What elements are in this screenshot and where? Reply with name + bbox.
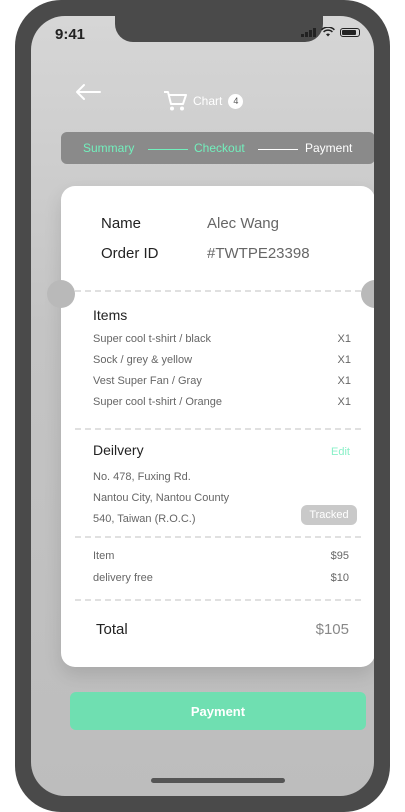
cart-count-badge: 4 <box>228 93 244 109</box>
item-quantity: X1 <box>337 375 351 387</box>
divider <box>75 599 361 601</box>
step-connector <box>258 149 298 150</box>
order-receipt-card: Name Alec Wang Order ID #TWTPE23398 Item… <box>47 186 374 667</box>
item-quantity: X1 <box>337 396 351 408</box>
name-value: Alec Wang <box>207 215 279 232</box>
address-line: 540, Taiwan (R.O.C.) <box>93 513 196 525</box>
items-title: Items <box>93 307 128 323</box>
address-line: Nantou City, Nantou County <box>93 492 230 504</box>
wifi-icon <box>321 27 335 37</box>
status-time: 9:41 <box>55 26 86 43</box>
device-notch <box>115 16 323 42</box>
ticket-notch <box>361 280 374 308</box>
step-connector <box>148 149 188 150</box>
list-item: Sock / grey & yellow <box>93 354 193 366</box>
divider <box>75 536 361 538</box>
shopping-cart-icon <box>164 91 187 111</box>
step-checkout[interactable]: Checkout <box>194 141 245 155</box>
step-payment[interactable]: Payment <box>305 141 352 155</box>
order-id-label: Order ID <box>101 245 159 262</box>
list-item: Vest Super Fan / Gray <box>93 375 202 387</box>
cellular-signal-icon <box>301 27 316 37</box>
delivery-title: Deilvery <box>93 442 144 458</box>
address-line: No. 478, Fuxing Rd. <box>93 471 191 483</box>
list-item: Super cool t-shirt / black <box>93 333 211 345</box>
summary-delivery-label: delivery free <box>93 572 153 584</box>
status-icons <box>301 27 360 37</box>
summary-item-label: Item <box>93 550 115 562</box>
back-arrow-icon[interactable] <box>75 82 101 102</box>
item-quantity: X1 <box>337 333 351 345</box>
edit-delivery-link[interactable]: Edit <box>331 446 350 458</box>
phone-frame: 9:41 Chart 4 Summary Checkout Payment Na… <box>15 0 390 812</box>
ticket-notch <box>47 280 75 308</box>
payment-button[interactable]: Payment <box>70 692 366 730</box>
divider <box>75 290 361 292</box>
total-value: $105 <box>315 621 349 638</box>
divider <box>75 428 361 430</box>
cart-button[interactable]: Chart 4 <box>163 90 244 112</box>
screen: 9:41 Chart 4 Summary Checkout Payment Na… <box>31 16 374 796</box>
summary-item-value: $95 <box>330 550 349 562</box>
name-label: Name <box>101 215 142 232</box>
summary-delivery-value: $10 <box>330 572 349 584</box>
step-summary[interactable]: Summary <box>83 141 134 155</box>
item-quantity: X1 <box>337 354 351 366</box>
order-id-value: #TWTPE23398 <box>207 245 310 262</box>
tracked-status-badge[interactable]: Tracked <box>301 505 357 525</box>
battery-icon <box>340 27 360 37</box>
list-item: Super cool t-shirt / Orange <box>93 396 223 408</box>
total-label: Total <box>96 621 128 638</box>
checkout-steps: Summary Checkout Payment <box>61 132 374 164</box>
cart-label: Chart <box>193 94 223 108</box>
home-indicator <box>151 778 285 783</box>
